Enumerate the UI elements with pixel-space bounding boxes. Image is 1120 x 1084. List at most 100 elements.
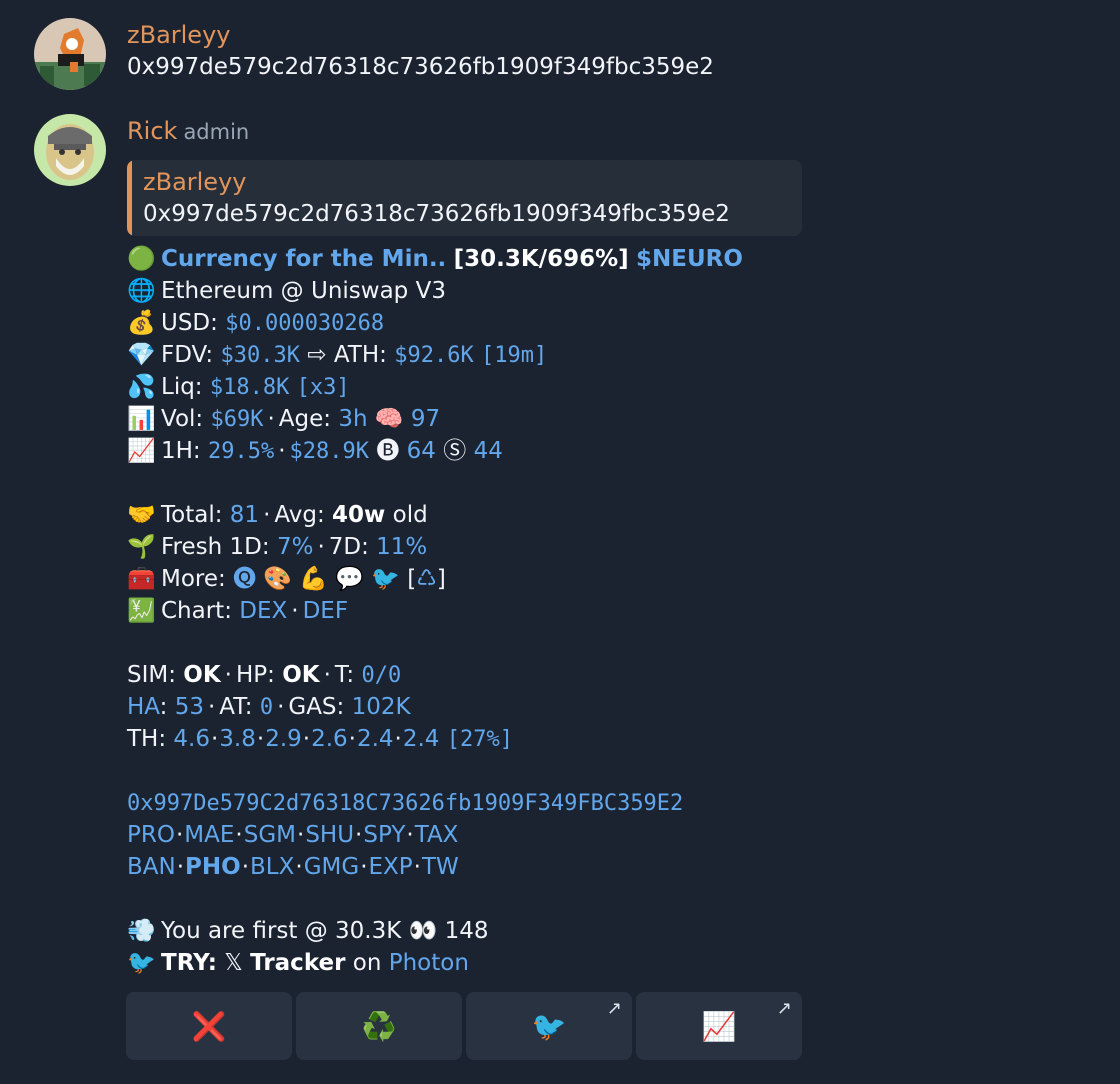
link-gmg[interactable]: GMG	[304, 854, 360, 880]
h1-vol[interactable]: $28.9K	[290, 439, 369, 464]
photon-link[interactable]: Photon	[389, 950, 469, 976]
brain-value[interactable]: 97	[411, 406, 440, 432]
usd-value[interactable]: $0.000030268	[225, 311, 384, 336]
vol-label: Vol:	[161, 406, 211, 432]
chart-increasing-icon: 📈	[701, 1009, 737, 1043]
external-link-icon: ↗	[776, 998, 792, 1019]
link-mae[interactable]: MAE	[184, 822, 234, 848]
at-label: AT:	[219, 694, 260, 720]
ha-value[interactable]: 53	[175, 694, 204, 720]
reply-accent-bar	[127, 160, 132, 236]
ath-label: ATH:	[333, 342, 395, 368]
age-value[interactable]: 3h	[338, 406, 367, 432]
bird-icon[interactable]: 🐦	[371, 566, 400, 592]
fresh-1d[interactable]: 7%	[277, 534, 314, 560]
liq-value[interactable]: $18.8K	[210, 375, 289, 400]
bird-link-button[interactable]: 🐦 ↗	[466, 992, 632, 1060]
green-circle-icon: 🟢	[127, 246, 156, 272]
sells-value[interactable]: 44	[474, 438, 503, 464]
palette-icon[interactable]: 🎨	[263, 566, 292, 592]
bracket-open: [	[407, 566, 417, 592]
hp-value: OK	[282, 662, 320, 688]
avg-label: Avg:	[274, 502, 333, 528]
ath-time[interactable]: [19m]	[481, 343, 547, 368]
link-tw[interactable]: TW	[422, 854, 459, 880]
fresh-line: 🌱 Fresh 1D: 7% · 7D: 11%	[127, 531, 743, 563]
avatar-rick[interactable]	[34, 114, 106, 186]
recycle-icon[interactable]: ♺	[416, 566, 437, 592]
link-sgm[interactable]: SGM	[244, 822, 296, 848]
token-stats: [30.3K/696%]	[453, 246, 629, 272]
dex-link[interactable]: DEX	[239, 598, 287, 624]
ha-link[interactable]: HA	[127, 694, 160, 720]
handshake-icon: 🤝	[127, 502, 156, 528]
message-author[interactable]: Rick	[127, 117, 177, 145]
link-exp[interactable]: EXP	[369, 854, 413, 880]
fresh-7d[interactable]: 11%	[376, 534, 427, 560]
vol-value[interactable]: $69K	[210, 407, 263, 432]
vol-line: 📊 Vol: $69K · Age: 3h 🧠 97	[127, 403, 743, 435]
reply-text: 0x997de579c2d76318c73626fb1909f349fbc359…	[143, 201, 730, 227]
th-value[interactable]: 3.8	[219, 726, 256, 752]
buys-value[interactable]: 64	[407, 438, 436, 464]
on-text: on	[345, 950, 389, 976]
message-author[interactable]: zBarleyy	[127, 19, 714, 51]
avatar-zbarleyy[interactable]	[34, 18, 106, 90]
usd-label: USD:	[161, 310, 226, 336]
chart-link-button[interactable]: 📈 ↗	[636, 992, 802, 1060]
sim-label: SIM:	[127, 662, 184, 688]
th-value[interactable]: 2.4	[357, 726, 394, 752]
reply-quote[interactable]: zBarleyy 0x997de579c2d76318c73626fb1909f…	[127, 160, 802, 236]
avg-suffix: old	[385, 502, 428, 528]
external-link-icon: ↗	[606, 998, 622, 1019]
cross-mark-icon: ❌	[191, 1009, 227, 1043]
bird-icon: 🐦	[127, 950, 156, 976]
eyes-icon: 👀	[408, 918, 438, 944]
sim-value: OK	[183, 662, 221, 688]
link-pro[interactable]: PRO	[127, 822, 175, 848]
more-label: More:	[161, 566, 234, 592]
total-value[interactable]: 81	[230, 502, 259, 528]
th-value[interactable]: 2.4	[403, 726, 440, 752]
more-line: 🧰 More: 🅠 🎨 💪 💬 🐦 [♺]	[127, 563, 743, 595]
contract-address[interactable]: 0x997De579C2d76318C73626fb1909F349FBC359…	[127, 791, 683, 816]
th-value[interactable]: 2.6	[311, 726, 348, 752]
liq-multiplier[interactable]: [x3]	[297, 375, 350, 400]
link-spy[interactable]: SPY	[363, 822, 405, 848]
th-pct[interactable]: [27%]	[447, 727, 513, 752]
h1-pct[interactable]: 29.5%	[208, 439, 274, 464]
token-name-link[interactable]: Currency for the Min..	[161, 246, 446, 272]
link-ban[interactable]: BAN	[127, 854, 176, 880]
link-tax[interactable]: TAX	[415, 822, 459, 848]
ticker-link[interactable]: $NEURO	[636, 246, 743, 272]
t-label: T:	[334, 662, 362, 688]
question-icon[interactable]: 🅠	[233, 566, 256, 592]
link-shu[interactable]: SHU	[305, 822, 354, 848]
def-link[interactable]: DEF	[303, 598, 348, 624]
bird-icon: 🐦	[531, 1009, 567, 1043]
admin-badge: admin	[183, 120, 250, 144]
link-blx[interactable]: BLX	[250, 854, 294, 880]
speech-bubble-icon[interactable]: 💬	[335, 566, 364, 592]
h1-label: 1H:	[161, 438, 208, 464]
th-value[interactable]: 4.6	[173, 726, 210, 752]
buys-icon: 🅑	[376, 438, 400, 464]
link-pho[interactable]: PHO	[185, 854, 241, 880]
bar-chart-icon: 📊	[127, 406, 156, 432]
recycle-icon: ♻️	[361, 1009, 397, 1043]
fdv-value[interactable]: $30.3K	[220, 343, 299, 368]
th-value[interactable]: 2.9	[265, 726, 302, 752]
links-row-2: BAN·PHO·BLX·GMG·EXP·TW	[127, 854, 459, 880]
chart-yen-icon: 💹	[127, 598, 156, 624]
total-line: 🤝 Total: 81 · Avg: 40w old	[127, 499, 743, 531]
close-button[interactable]: ❌	[126, 992, 292, 1060]
fdv-line: 💎 FDV: $30.3K ⇨ ATH: $92.6K [19m]	[127, 339, 743, 371]
at-value[interactable]: 0	[260, 695, 273, 720]
refresh-button[interactable]: ♻️	[296, 992, 462, 1060]
t-value[interactable]: 0/0	[362, 663, 402, 688]
fdv-label: FDV:	[161, 342, 221, 368]
ath-value[interactable]: $92.6K	[394, 343, 473, 368]
fresh-label: Fresh 1D:	[161, 534, 277, 560]
flexed-biceps-icon[interactable]: 💪	[299, 566, 328, 592]
gas-value[interactable]: 102K	[352, 694, 411, 720]
